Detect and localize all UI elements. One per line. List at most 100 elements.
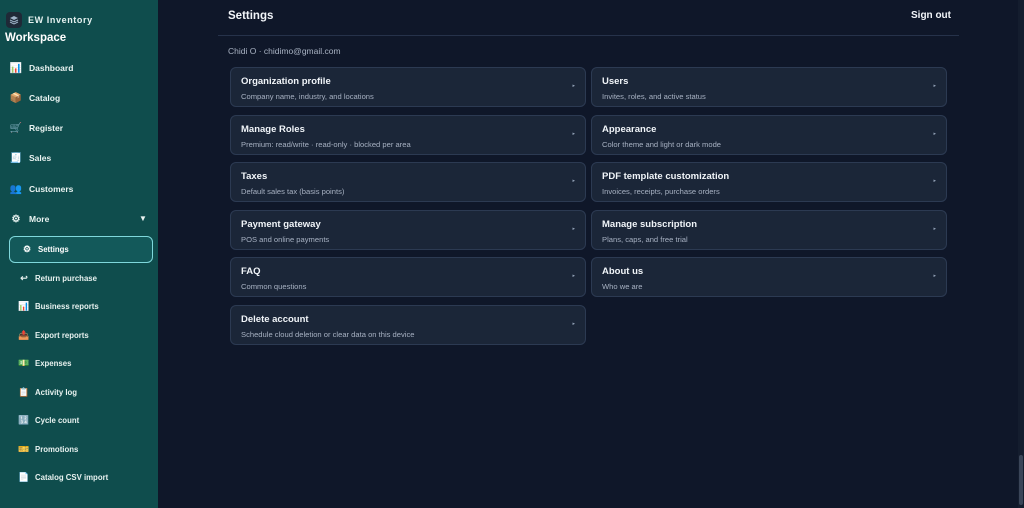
chevron-right-icon: ▸: [572, 131, 575, 137]
gear-icon: ⚙: [11, 213, 21, 225]
card-subtitle: Company name, industry, and locations: [241, 92, 374, 101]
sidebar-subitem-label: Return purchase: [35, 273, 97, 283]
sidebar-subitem-label: Business reports: [35, 301, 99, 311]
sidebar-subitem-export-reports[interactable]: 📤 Export reports: [18, 326, 89, 344]
settings-card-appearance[interactable]: Appearance Color theme and light or dark…: [591, 115, 947, 155]
card-title: Appearance: [602, 124, 657, 135]
return-icon: ↩: [20, 272, 28, 283]
sidebar-subitem-label: Expenses: [35, 358, 72, 368]
card-title: About us: [602, 266, 644, 277]
sidebar-subitem-label: Catalog CSV import: [35, 472, 109, 482]
sidebar-subitem-return-purchase[interactable]: ↩ Return purchase: [18, 269, 97, 287]
card-title: FAQ: [241, 266, 261, 277]
chevron-right-icon: ▸: [572, 226, 575, 232]
workspace-label: Workspace: [5, 32, 67, 44]
card-subtitle: Invites, roles, and active status: [602, 92, 706, 101]
settings-card-about-us[interactable]: About us Who we are ▸: [591, 257, 947, 297]
receipt-icon: 🧾: [9, 152, 23, 164]
card-title: Taxes: [241, 171, 268, 182]
card-subtitle: POS and online payments: [241, 235, 330, 244]
page-title: Settings: [228, 10, 274, 22]
chevron-right-icon: ▸: [933, 178, 936, 184]
chevron-right-icon: ▸: [572, 83, 575, 89]
settings-card-users[interactable]: Users Invites, roles, and active status …: [591, 67, 947, 107]
sidebar-subitem-settings[interactable]: ⚙ Settings: [9, 236, 153, 263]
card-subtitle: Color theme and light or dark mode: [602, 140, 722, 149]
sidebar-subitem-cycle-count[interactable]: 🔢 Cycle count: [18, 411, 79, 429]
chevron-down-icon[interactable]: ▼: [139, 214, 147, 223]
chart-icon: 📊: [9, 62, 23, 74]
sidebar-item-label: Sales: [29, 153, 52, 163]
card-subtitle: Invoices, receipts, purchase orders: [602, 187, 720, 196]
sidebar-subitem-label: Cycle count: [35, 415, 80, 425]
brand-name: EW Inventory: [28, 15, 93, 25]
counter-icon: 🔢: [18, 414, 30, 425]
card-title: Organization profile: [241, 76, 331, 87]
sidebar: EW Inventory Workspace 📊 Dashboard 📦 Cat…: [0, 0, 158, 508]
sidebar-item-sales[interactable]: 🧾 Sales: [9, 148, 51, 168]
ticket-icon: 🎫: [18, 443, 30, 454]
card-subtitle: Default sales tax (basis points): [241, 187, 345, 196]
scrollbar-thumb[interactable]: [1019, 455, 1023, 505]
settings-card-delete-account[interactable]: Delete account Schedule cloud deletion o…: [230, 305, 586, 345]
settings-card-organization-profile[interactable]: Organization profile Company name, indus…: [230, 67, 586, 107]
sidebar-item-register[interactable]: 🛒 Register: [9, 118, 63, 138]
chevron-right-icon: ▸: [572, 178, 575, 184]
file-icon: 📄: [18, 471, 30, 482]
gear-icon: ⚙: [22, 244, 32, 254]
card-title: Delete account: [241, 314, 309, 325]
settings-card-faq[interactable]: FAQ Common questions ▸: [230, 257, 586, 297]
settings-card-payment-gateway[interactable]: Payment gateway POS and online payments …: [230, 210, 586, 250]
card-subtitle: Premium: read/write · read-only · blocke…: [241, 140, 411, 149]
sidebar-item-label: Customers: [29, 184, 74, 194]
card-subtitle: Common questions: [241, 282, 307, 291]
sidebar-subitem-label: Promotions: [35, 444, 79, 454]
sidebar-subitem-label: Activity log: [35, 387, 78, 397]
sidebar-item-dashboard[interactable]: 📊 Dashboard: [9, 58, 74, 78]
settings-card-pdf-template[interactable]: PDF template customization Invoices, rec…: [591, 162, 947, 202]
chevron-right-icon: ▸: [933, 226, 936, 232]
card-title: Manage subscription: [602, 219, 698, 230]
sidebar-subitem-catalog-csv-import[interactable]: 📄 Catalog CSV import: [18, 468, 108, 486]
sidebar-subitem-promotions[interactable]: 🎫 Promotions: [18, 440, 78, 458]
chevron-right-icon: ▸: [933, 83, 936, 89]
card-subtitle: Schedule cloud deletion or clear data on…: [241, 330, 415, 339]
sidebar-subitem-activity-log[interactable]: 📋 Activity log: [18, 383, 77, 401]
scrollbar[interactable]: [1018, 0, 1024, 508]
settings-card-manage-subscription[interactable]: Manage subscription Plans, caps, and fre…: [591, 210, 947, 250]
chevron-right-icon: ▸: [933, 273, 936, 279]
sidebar-item-label: More: [29, 214, 50, 224]
header-divider: [218, 35, 959, 36]
chevron-right-icon: ▸: [572, 273, 575, 279]
settings-card-manage-roles[interactable]: Manage Roles Premium: read/write · read-…: [230, 115, 586, 155]
sidebar-item-label: Register: [29, 123, 64, 133]
sidebar-subitem-business-reports[interactable]: 📊 Business reports: [18, 297, 99, 315]
card-subtitle: Who we are: [602, 282, 643, 291]
user-info: Chidi O · chidimo@gmail.com: [228, 46, 341, 56]
card-title: Users: [602, 76, 629, 87]
sidebar-item-more[interactable]: ⚙ More: [9, 209, 50, 229]
chevron-right-icon: ▸: [933, 131, 936, 137]
export-icon: 📤: [18, 329, 30, 340]
card-title: Payment gateway: [241, 219, 321, 230]
sidebar-item-catalog[interactable]: 📦 Catalog: [9, 88, 60, 108]
clipboard-icon: 📋: [18, 386, 30, 397]
card-title: PDF template customization: [602, 171, 730, 182]
money-icon: 💵: [18, 357, 30, 368]
brand[interactable]: EW Inventory: [6, 12, 93, 28]
chevron-right-icon: ▸: [572, 321, 575, 327]
card-subtitle: Plans, caps, and free trial: [602, 235, 688, 244]
sidebar-subitem-expenses[interactable]: 💵 Expenses: [18, 354, 71, 372]
sign-out-button[interactable]: Sign out: [911, 10, 951, 21]
sidebar-subitem-label: Settings: [38, 245, 69, 254]
bar-chart-icon: 📊: [18, 300, 30, 311]
sidebar-item-customers[interactable]: 👥 Customers: [9, 179, 74, 199]
settings-card-taxes[interactable]: Taxes Default sales tax (basis points) ▸: [230, 162, 586, 202]
cart-icon: 🛒: [9, 122, 23, 134]
users-icon: 👥: [9, 183, 23, 195]
sidebar-subitem-label: Export reports: [35, 330, 89, 340]
box-icon: 📦: [9, 92, 23, 104]
sidebar-item-label: Catalog: [29, 93, 61, 103]
layers-icon: [6, 12, 22, 28]
card-title: Manage Roles: [241, 124, 305, 135]
